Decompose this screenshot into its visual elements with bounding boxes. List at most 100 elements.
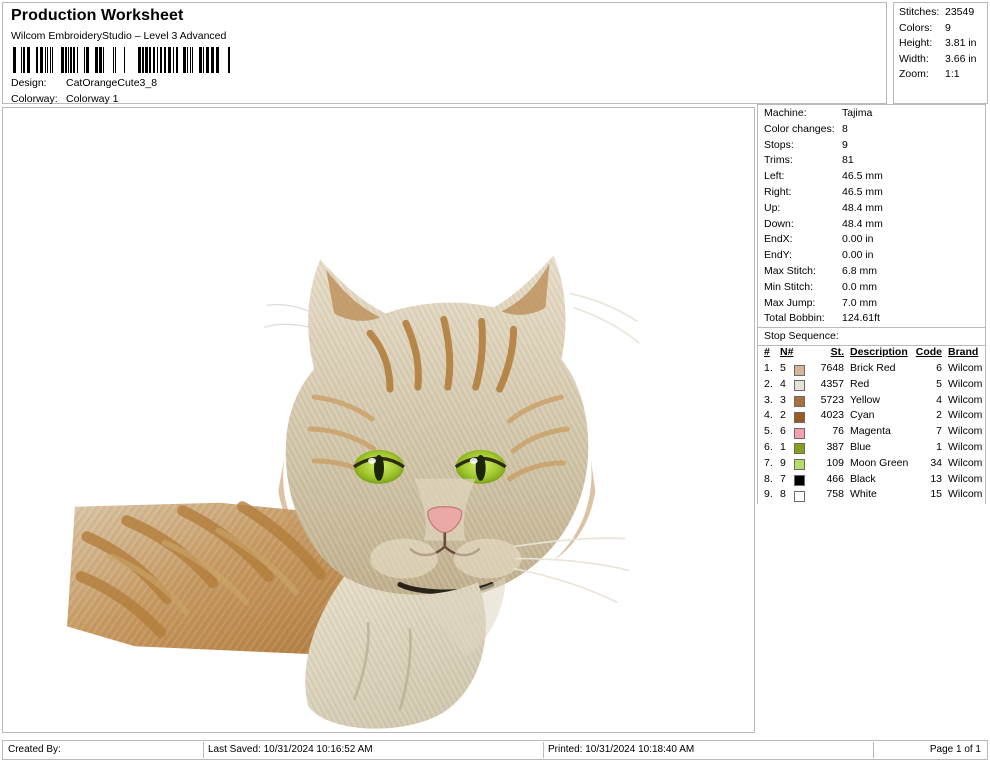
machine-info-row: Color changes:8 [758,123,985,139]
row-code: 1 [910,441,942,453]
machine-info-row: Up:48.4 mm [758,202,985,218]
design-summary-list: Stitches: 23549 Colors: 9 Height:3.81 inWidt… [897,6,984,100]
row-number: 6. [764,441,780,453]
row-brand: Wilcom [948,488,982,500]
created-by-field[interactable]: Created By: [3,741,203,759]
row-number: 1. [764,362,780,374]
row-stitches: 4357 [808,378,844,390]
summary-row: Stitches: 23549 [897,6,984,22]
row-number: 4. [764,409,780,421]
row-description: Cyan [850,409,875,421]
machine-info-label: Machine: [764,107,807,119]
row-description: Blue [850,441,871,453]
table-row[interactable]: 7.9109Moon Green34Wilcom [758,457,985,473]
machine-info-value: 81 [842,154,854,166]
row-description: Moon Green [850,457,908,469]
machine-info-row: Machine: Tajima [758,107,985,123]
machine-info-label: Down: [764,218,794,230]
row-description: Black [850,473,876,485]
table-row[interactable]: 1.57648Brick Red6Wilcom [758,362,985,378]
production-worksheet-page: Production Worksheet Wilcom EmbroiderySt… [0,0,990,762]
row-code: 4 [910,394,942,406]
row-description: White [850,488,877,500]
table-row[interactable]: 9.8758White15Wilcom [758,488,985,504]
header-band: Production Worksheet Wilcom EmbroiderySt… [2,2,988,104]
row-stitches: 76 [808,425,844,437]
row-stitches: 7648 [808,362,844,374]
row-description: Magenta [850,425,891,437]
row-code: 7 [910,425,942,437]
row-stitches: 387 [808,441,844,453]
summary-value: 3.66 in [945,53,977,65]
machine-info-label: Stops: [764,139,794,151]
machine-info-value: Tajima [842,107,872,119]
row-stitches: 109 [808,457,844,469]
row-code: 6 [910,362,942,374]
row-brand: Wilcom [948,362,982,374]
machine-info-value: 0.0 mm [842,281,877,293]
software-subtitle: Wilcom EmbroideryStudio – Level 3 Advanc… [11,30,226,42]
machine-info-label: Trims: [764,154,793,166]
design-preview-panel[interactable] [2,107,755,733]
summary-label: Width: [899,53,929,65]
summary-label: Stitches: [899,6,939,18]
machine-info-value: 9 [842,139,848,151]
machine-info-value: 124.61ft [842,312,880,324]
machine-info-value: 48.4 mm [842,218,883,230]
row-code: 13 [910,473,942,485]
last-saved-text: Last Saved: 10/31/2024 10:16:52 AM [203,741,543,759]
machine-info-row: Max Stitch:6.8 mm [758,265,985,281]
machine-info-label: EndY: [764,249,792,261]
col-header-description: Description [850,346,908,358]
machine-info-row: Trims: 81 [758,154,985,170]
row-stitches: 466 [808,473,844,485]
design-value: CatOrangeCute3_8 [66,77,157,89]
summary-value: 9 [945,22,951,34]
table-header-row: # N# St. Description Code Brand [758,346,985,362]
row-number: 9. [764,488,780,500]
row-code: 5 [910,378,942,390]
row-brand: Wilcom [948,378,982,390]
machine-info-value: 0.00 in [842,233,874,245]
color-swatch [794,365,805,376]
machine-info-label: Min Stitch: [764,281,813,293]
machine-info-label: Max Jump: [764,297,815,309]
machine-info-label: Left: [764,170,784,182]
summary-row: Zoom: 1:1 [897,68,984,84]
machine-info-row: Down: 48.4 mm [758,218,985,234]
summary-value: 1:1 [945,68,960,80]
table-row[interactable]: 5.676Magenta7Wilcom [758,425,985,441]
machine-info-panel: Machine: Tajima Color changes:8Stops: 9 Trim… [757,104,986,504]
stop-sequence-table: # N# St. Description Code Brand 1. 5 7648 B… [758,345,985,504]
table-row[interactable]: 2.44357Red5Wilcom [758,378,985,394]
embroidered-cat-artwork [3,108,754,732]
table-row[interactable]: 8.7466Black13Wilcom [758,473,985,489]
row-code: 2 [910,409,942,421]
row-number: 7. [764,457,780,469]
colorway-value: Colorway 1 [66,93,119,105]
table-row[interactable]: 6.1387Blue1Wilcom [758,441,985,457]
machine-info-row: EndY:0.00 in [758,249,985,265]
summary-label: Colors: [899,22,932,34]
row-stitches: 4023 [808,409,844,421]
summary-value: 3.81 in [945,37,977,49]
table-row[interactable]: 3.35723Yellow4Wilcom [758,394,985,410]
row-description: Brick Red [850,362,896,374]
row-number: 5. [764,425,780,437]
summary-label: Zoom: [899,68,929,80]
design-summary-box: Stitches: 23549 Colors: 9 Height:3.81 inWidt… [893,2,988,104]
row-code: 15 [910,488,942,500]
row-brand: Wilcom [948,409,982,421]
color-swatch [794,475,805,486]
row-stitches: 758 [808,488,844,500]
header-identity-box: Production Worksheet Wilcom EmbroiderySt… [2,2,887,104]
table-row[interactable]: 4.24023Cyan2Wilcom [758,409,985,425]
row-stitches: 5723 [808,394,844,406]
summary-value: 23549 [945,6,974,18]
barcode-icon [11,47,235,73]
row-brand: Wilcom [948,457,982,469]
summary-row: Width: 3.66 in [897,53,984,69]
col-header-code: Code [910,346,942,358]
machine-info-row: Stops: 9 [758,139,985,155]
summary-row: Height:3.81 in [897,37,984,53]
